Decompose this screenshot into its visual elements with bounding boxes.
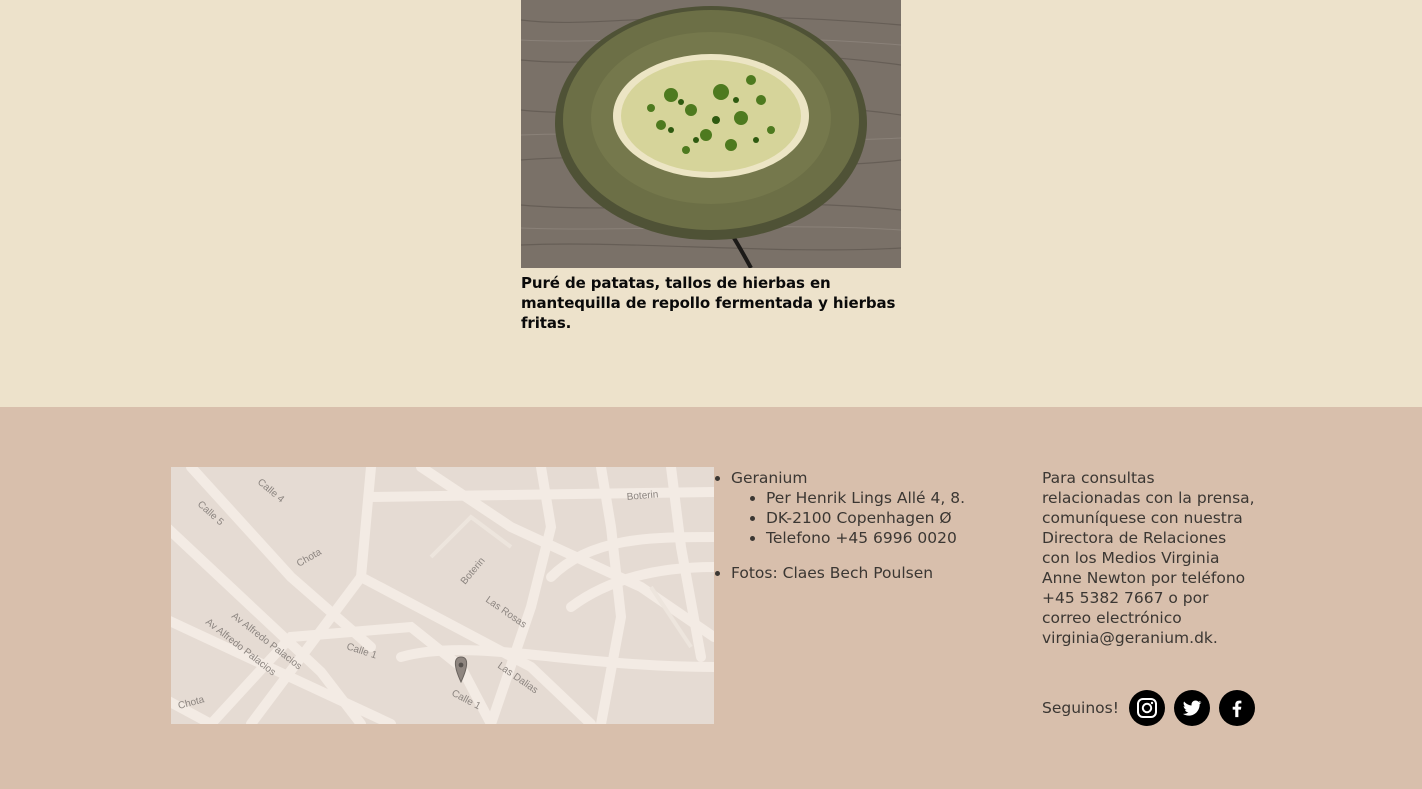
- social-label: Seguinos!: [1042, 699, 1119, 717]
- location-map[interactable]: Calle 4 Calle 5 Chota Boterin Boterin La…: [171, 467, 714, 724]
- photos-credit: Fotos: Claes Bech Poulsen: [731, 563, 1013, 583]
- restaurant-name: Geranium: [731, 469, 808, 487]
- dish-caption: Puré de patatas, tallos de hierbas en ma…: [521, 274, 896, 332]
- address-list: Per Henrik Lings Allé 4, 8. DK-2100 Cope…: [731, 488, 1013, 548]
- dish-photo: [521, 0, 901, 268]
- facebook-icon: [1232, 700, 1242, 718]
- dish-figure: Puré de patatas, tallos de hierbas en ma…: [521, 0, 901, 333]
- facebook-button[interactable]: [1218, 690, 1255, 726]
- instagram-icon: [1136, 698, 1157, 718]
- city-line: DK-2100 Copenhagen Ø: [766, 508, 1013, 528]
- twitter-icon: [1182, 700, 1202, 716]
- dish-section: Puré de patatas, tallos de hierbas en ma…: [0, 0, 1422, 407]
- address-line: Per Henrik Lings Allé 4, 8.: [766, 488, 1013, 508]
- list-item: Geranium Per Henrik Lings Allé 4, 8. DK-…: [731, 468, 1013, 548]
- phone-line: Telefono +45 6996 0020: [766, 528, 1013, 548]
- press-contact-text: Para consultas relacionadas con la prens…: [1042, 469, 1255, 647]
- contact-info: Geranium Per Henrik Lings Allé 4, 8. DK-…: [713, 468, 1013, 583]
- social-links: Seguinos!: [1042, 690, 1264, 726]
- footer: Calle 4 Calle 5 Chota Boterin Boterin La…: [0, 407, 1422, 789]
- contact-list: Geranium Per Henrik Lings Allé 4, 8. DK-…: [713, 468, 1013, 583]
- twitter-button[interactable]: [1173, 690, 1210, 726]
- instagram-button[interactable]: [1128, 690, 1165, 726]
